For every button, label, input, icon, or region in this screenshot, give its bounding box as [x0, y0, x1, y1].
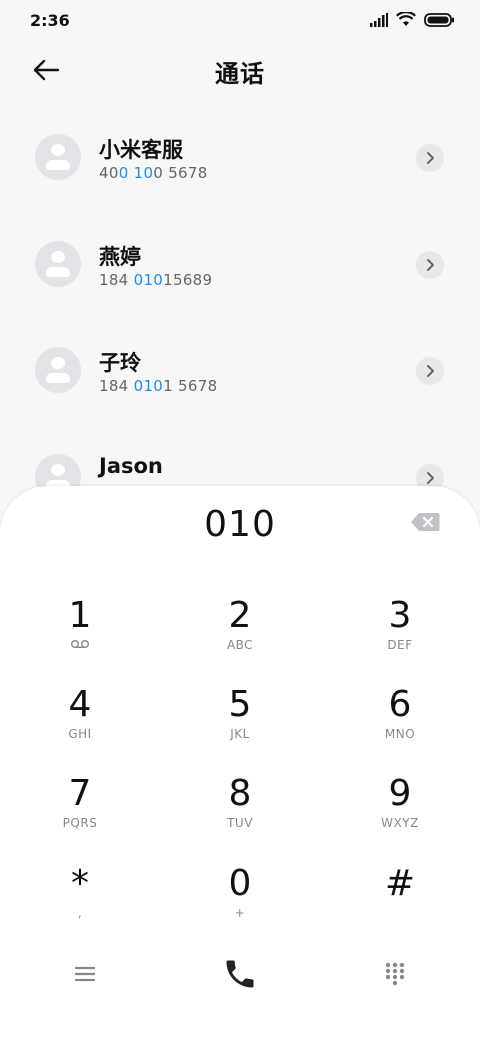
chevron-right-icon: [427, 152, 434, 164]
contact-detail-button[interactable]: [416, 357, 444, 385]
contact-number: 184 01015689: [99, 271, 213, 289]
phone-icon: [226, 960, 254, 988]
status-icons: [370, 12, 454, 27]
status-bar: 2:36: [0, 0, 480, 40]
status-time: 2:36: [30, 11, 70, 30]
contact-detail-button[interactable]: [416, 251, 444, 279]
backspace-button[interactable]: [410, 512, 444, 536]
contact-item[interactable]: 小米客服 400 100 5678: [0, 110, 480, 206]
call-button[interactable]: [216, 950, 264, 998]
battery-icon: [424, 12, 454, 27]
backspace-icon: [411, 513, 440, 531]
contact-name: 小米客服: [99, 138, 183, 162]
contact-number: 184 0101 5678: [99, 377, 218, 395]
chevron-right-icon: [427, 259, 434, 271]
menu-button[interactable]: [61, 950, 109, 998]
signal-icon: [370, 12, 388, 27]
avatar: [35, 347, 81, 393]
dialpad-toggle-button[interactable]: [371, 950, 419, 998]
voicemail-icon: [71, 640, 89, 648]
chevron-right-icon: [427, 365, 434, 377]
dialed-number: 010: [204, 504, 276, 545]
contact-name: 燕婷: [99, 245, 141, 269]
wifi-icon: [396, 12, 416, 26]
number-match-highlight: 0 10: [118, 164, 154, 182]
dial-key-2[interactable]: 2 ABC: [180, 596, 300, 676]
menu-icon: [75, 966, 95, 982]
contact-name: 子玲: [99, 351, 141, 375]
number-match-highlight: 010: [133, 377, 164, 395]
header: 通话: [0, 40, 480, 100]
dial-key-4[interactable]: 4 GHI: [20, 685, 140, 765]
dialpad-icon: [385, 962, 405, 986]
page-title: 通话: [215, 60, 265, 88]
dial-key-9[interactable]: 9 WXYZ: [340, 774, 460, 854]
contact-item[interactable]: 燕婷 184 01015689: [0, 217, 480, 313]
chevron-right-icon: [427, 472, 434, 484]
avatar: [35, 134, 81, 180]
dial-key-3[interactable]: 3 DEF: [340, 596, 460, 676]
contact-detail-button[interactable]: [416, 144, 444, 172]
contact-item[interactable]: 子玲 184 0101 5678: [0, 323, 480, 419]
dial-key-7[interactable]: 7 PQRS: [20, 774, 140, 854]
number-match-highlight: 010: [133, 271, 164, 289]
dial-key-6[interactable]: 6 MNO: [340, 685, 460, 765]
dial-key-8[interactable]: 8 TUV: [180, 774, 300, 854]
dial-key-0[interactable]: 0 +: [180, 864, 300, 944]
dialpad-panel: 010 1 2 ABC 3 DEF 4 GHI 5 JKL 6 MNO 7 PQ…: [0, 486, 480, 1040]
dial-key-5[interactable]: 5 JKL: [180, 685, 300, 765]
dial-key-star[interactable]: * ,: [20, 864, 140, 944]
contact-name: Jason: [99, 454, 163, 478]
dial-key-hash[interactable]: #: [340, 864, 460, 944]
avatar: [35, 241, 81, 287]
contact-number: 400 100 5678: [99, 164, 208, 182]
dial-key-1[interactable]: 1: [20, 596, 140, 676]
